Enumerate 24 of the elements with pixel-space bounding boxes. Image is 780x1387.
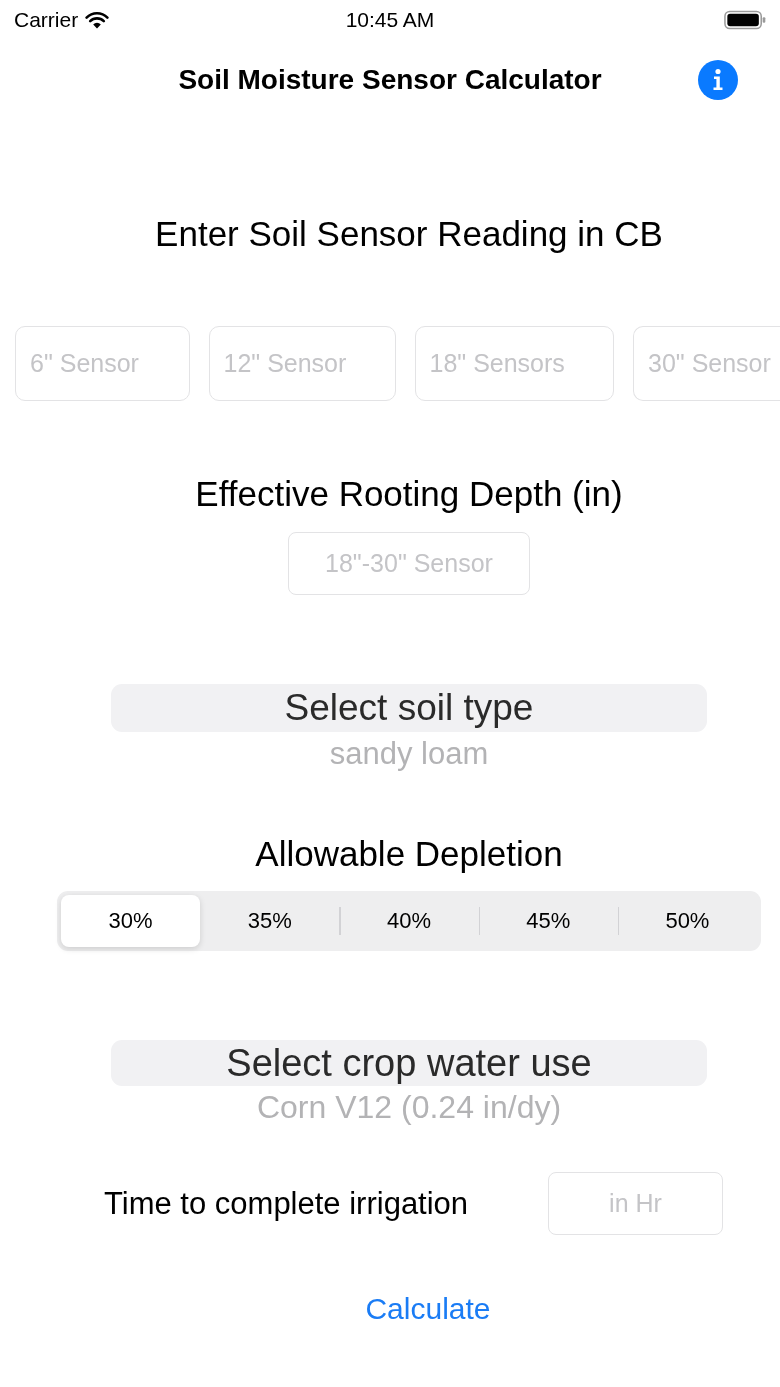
section-heading: Allowable Depletion bbox=[255, 833, 563, 875]
sensor-input-field[interactable]: 12" Sensor bbox=[208, 326, 396, 401]
sensor-input-field[interactable]: 6" Sensor bbox=[15, 326, 190, 401]
sensor-input-field[interactable]: 18" Sensors bbox=[414, 326, 614, 401]
depletion-segment[interactable]: 35% bbox=[200, 895, 340, 947]
status-time: 10:45 AM bbox=[345, 8, 435, 32]
hours-input-field[interactable]: in Hr bbox=[548, 1172, 723, 1235]
battery-icon bbox=[724, 10, 766, 30]
picker-option[interactable]: Select crop water use bbox=[111, 1040, 707, 1086]
section-heading: Enter Soil Sensor Reading in CB bbox=[155, 213, 663, 255]
depletion-segment[interactable]: 45% bbox=[478, 895, 618, 947]
section-heading: Effective Rooting Depth (in) bbox=[195, 473, 623, 515]
rooting-depth-field[interactable]: 18"-30" Sensor bbox=[288, 532, 530, 595]
depletion-segment[interactable]: 50% bbox=[617, 895, 757, 947]
field-label: Time to complete irrigation bbox=[104, 1185, 469, 1222]
info-icon[interactable] bbox=[698, 60, 738, 100]
screen-title: Soil Moisture Sensor Calculator bbox=[178, 64, 602, 96]
carrier-name: Carrier bbox=[14, 8, 79, 32]
sensor-input-field[interactable]: 30" Sensor bbox=[633, 326, 780, 401]
depletion-segment[interactable]: 30% bbox=[61, 895, 201, 947]
calculate-button[interactable]: Calculate bbox=[361, 1287, 495, 1331]
depletion-segment[interactable]: 40% bbox=[339, 895, 479, 947]
picker-option[interactable]: Select soil type bbox=[111, 684, 707, 732]
wifi-icon bbox=[85, 11, 110, 29]
